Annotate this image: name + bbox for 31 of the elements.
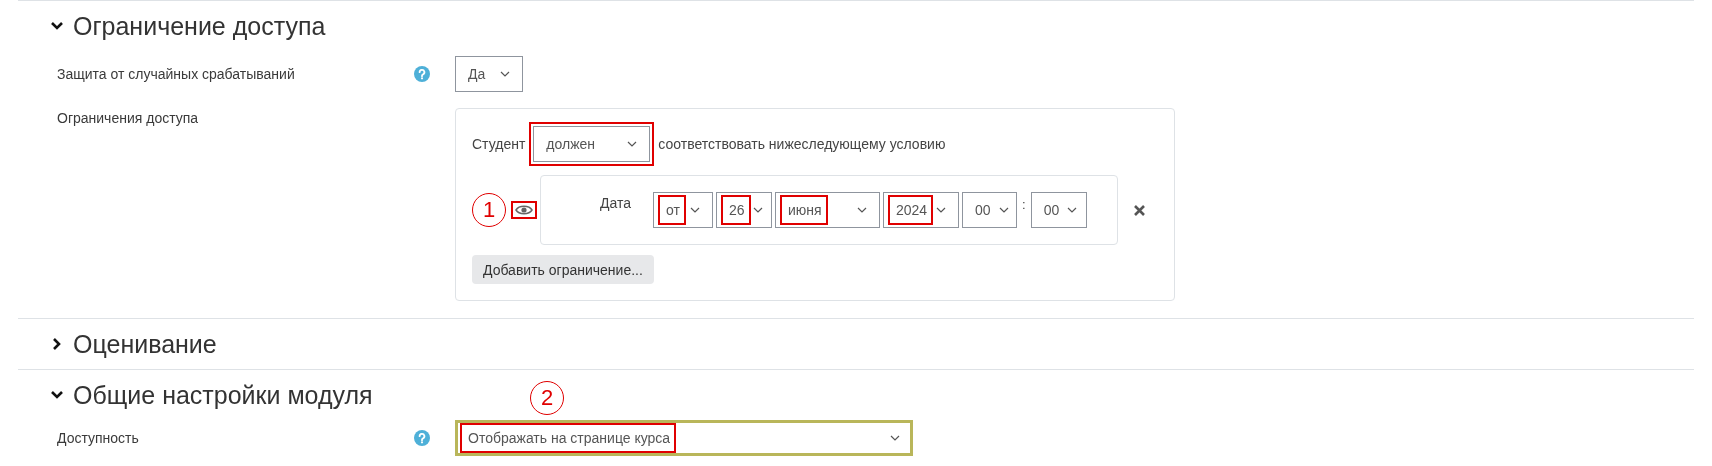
caret-icon <box>690 207 700 213</box>
section-heading[interactable]: Оценивание <box>73 329 217 359</box>
restriction-text: соответствовать нижеследующему условию <box>658 136 946 152</box>
field-label: Ограничения доступа <box>56 109 200 128</box>
caret-icon <box>500 71 510 77</box>
dropdown[interactable]: 00 <box>962 192 1017 228</box>
dropdown[interactable]: от <box>653 192 713 228</box>
section-heading[interactable]: Общие настройки модуля <box>73 380 373 410</box>
caret-icon <box>890 435 900 441</box>
dropdown[interactable]: Отображать на странице курса <box>455 420 913 456</box>
field-label: Доступность <box>56 429 140 448</box>
restriction-text: Студент <box>472 136 526 152</box>
caret-icon <box>998 207 1009 213</box>
eye-icon[interactable] <box>515 204 533 216</box>
close-icon[interactable] <box>1134 204 1145 216</box>
caret-icon <box>627 141 638 147</box>
dropdown[interactable]: 2024 <box>883 192 959 228</box>
dropdown[interactable]: 00 <box>1030 192 1087 228</box>
caret-icon <box>936 207 946 213</box>
section-heading[interactable]: Ограничение доступа <box>73 11 326 41</box>
dropdown[interactable]: июня <box>775 192 880 228</box>
add-restriction-button[interactable]: Добавить ограничение... <box>472 255 654 284</box>
dropdown[interactable]: 26 <box>716 192 772 228</box>
time-separator: : <box>1022 196 1026 212</box>
dropdown[interactable]: Да <box>455 56 523 92</box>
condition-label: Дата <box>600 194 632 213</box>
field-label: Защита от случайных срабатываний <box>56 65 296 84</box>
caret-icon <box>752 207 763 213</box>
dropdown[interactable]: должен <box>533 126 651 162</box>
caret-icon <box>857 207 867 213</box>
caret-icon <box>1067 207 1078 213</box>
